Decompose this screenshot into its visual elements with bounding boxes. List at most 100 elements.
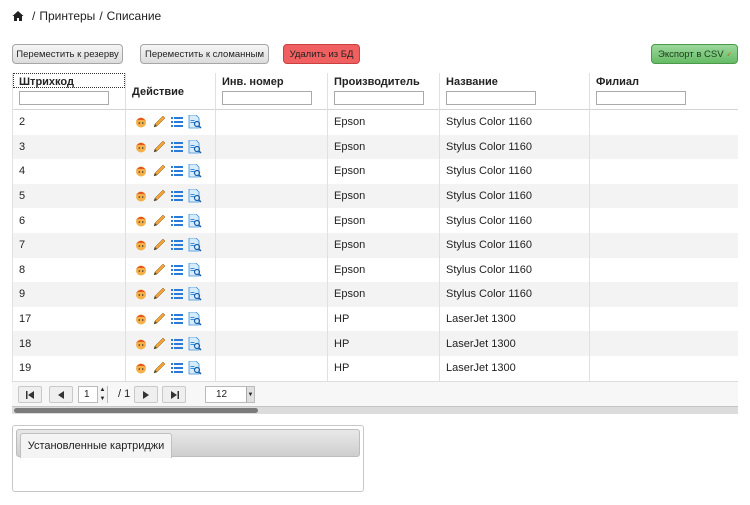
last-page-button[interactable]	[162, 386, 186, 403]
barcode-cell[interactable]: 9	[13, 282, 126, 307]
list-icon[interactable]	[170, 312, 184, 326]
manufacturer-cell[interactable]: HP	[328, 356, 440, 381]
user-icon[interactable]	[134, 312, 148, 326]
name-filter-input[interactable]	[446, 91, 536, 105]
pencil-icon[interactable]	[152, 337, 166, 351]
manufacturer-cell[interactable]: Epson	[328, 134, 440, 160]
manufacturer-cell[interactable]: HP	[328, 306, 440, 332]
user-icon[interactable]	[134, 287, 148, 301]
document-search-icon[interactable]	[188, 164, 202, 178]
list-icon[interactable]	[170, 164, 184, 178]
inventory-cell[interactable]	[216, 306, 328, 332]
pencil-icon[interactable]	[152, 164, 166, 178]
user-icon[interactable]	[134, 214, 148, 228]
user-icon[interactable]	[134, 238, 148, 252]
list-icon[interactable]	[170, 287, 184, 301]
name-cell[interactable]: LaserJet 1300	[440, 306, 590, 332]
pencil-icon[interactable]	[152, 361, 166, 375]
branch-cell[interactable]	[590, 307, 738, 332]
document-search-icon[interactable]	[188, 336, 202, 351]
barcode-cell[interactable]: 19	[13, 356, 126, 381]
breadcrumb-printers[interactable]: Принтеры	[39, 9, 95, 23]
table-row[interactable]: 6 Epson Stylus Color 1160	[13, 208, 738, 233]
tab-installed-cartridges[interactable]: Установленные картриджи	[20, 433, 172, 458]
inventory-cell[interactable]	[216, 233, 328, 258]
document-search-icon[interactable]	[188, 361, 202, 375]
branch-cell[interactable]	[590, 282, 738, 307]
user-icon[interactable]	[134, 164, 148, 178]
name-cell[interactable]: Stylus Color 1160	[440, 233, 590, 258]
branch-cell[interactable]	[590, 135, 738, 160]
list-icon[interactable]	[170, 115, 184, 129]
name-cell[interactable]: Stylus Color 1160	[440, 134, 590, 160]
delete-from-db-button[interactable]: Удалить из БД	[283, 44, 360, 64]
column-branch[interactable]: Филиал	[590, 73, 738, 110]
list-icon[interactable]	[170, 361, 184, 375]
manufacturer-cell[interactable]: Epson	[328, 257, 440, 283]
user-icon[interactable]	[134, 361, 148, 375]
barcode-cell[interactable]: 8	[13, 257, 126, 283]
pencil-icon[interactable]	[152, 214, 166, 228]
column-inventory-number[interactable]: Инв. номер	[216, 73, 328, 110]
name-cell[interactable]: LaserJet 1300	[440, 331, 590, 356]
move-to-reserve-button[interactable]: Переместить к резерву	[12, 44, 123, 64]
barcode-cell[interactable]: 17	[13, 306, 126, 332]
column-barcode[interactable]: Штрихкод	[13, 73, 126, 110]
inventory-cell[interactable]	[216, 282, 328, 307]
document-search-icon[interactable]	[188, 189, 202, 203]
manufacturer-cell[interactable]: Epson	[328, 159, 440, 184]
user-icon[interactable]	[134, 140, 148, 154]
column-manufacturer[interactable]: Производитель	[328, 73, 440, 110]
list-icon[interactable]	[170, 189, 184, 203]
branch-cell[interactable]	[590, 208, 738, 233]
table-row[interactable]: 9 Epson Stylus Color 1160	[13, 282, 738, 307]
barcode-cell[interactable]: 2	[13, 110, 126, 135]
manufacturer-cell[interactable]: Epson	[328, 233, 440, 258]
barcode-cell[interactable]: 5	[13, 183, 126, 209]
manufacturer-cell[interactable]: Epson	[328, 110, 440, 135]
inventory-cell[interactable]	[216, 257, 328, 283]
branch-filter-input[interactable]	[596, 91, 686, 105]
user-icon[interactable]	[134, 189, 148, 203]
barcode-cell[interactable]: 18	[13, 331, 126, 356]
column-action[interactable]: Действие	[126, 73, 216, 110]
name-cell[interactable]: Stylus Color 1160	[440, 183, 590, 209]
table-row[interactable]: 3 Epson Stylus Color 1160	[13, 134, 738, 160]
branch-cell[interactable]	[590, 331, 738, 356]
document-search-icon[interactable]	[188, 287, 202, 301]
manufacturer-cell[interactable]: Epson	[328, 208, 440, 233]
table-row[interactable]: 4 Epson Stylus Color 1160	[13, 159, 738, 184]
manufacturer-cell[interactable]: Epson	[328, 282, 440, 307]
document-search-icon[interactable]	[188, 238, 202, 252]
list-icon[interactable]	[170, 337, 184, 351]
document-search-icon[interactable]	[188, 115, 202, 129]
spin-up-icon[interactable]: ▲	[100, 387, 106, 393]
branch-cell[interactable]	[590, 159, 738, 184]
inventory-cell[interactable]	[216, 356, 328, 381]
branch-cell[interactable]	[590, 184, 738, 209]
inventory-cell[interactable]	[216, 183, 328, 209]
pencil-icon[interactable]	[152, 263, 166, 277]
user-icon[interactable]	[134, 337, 148, 351]
name-cell[interactable]: Stylus Color 1160	[440, 208, 590, 233]
page-size-select[interactable]: 12 ▼	[205, 386, 255, 403]
pencil-icon[interactable]	[152, 238, 166, 252]
manufacturer-cell[interactable]: Epson	[328, 183, 440, 209]
move-to-broken-button[interactable]: Переместить к сломанным	[140, 44, 269, 64]
table-row[interactable]: 5 Epson Stylus Color 1160	[13, 183, 738, 209]
table-row[interactable]: 8 Epson Stylus Color 1160	[13, 257, 738, 283]
inventory-cell[interactable]	[216, 159, 328, 184]
name-cell[interactable]: Stylus Color 1160	[440, 257, 590, 283]
manufacturer-cell[interactable]: HP	[328, 331, 440, 356]
branch-cell[interactable]	[590, 233, 738, 258]
name-cell[interactable]: LaserJet 1300	[440, 356, 590, 381]
inventory-cell[interactable]	[216, 208, 328, 233]
home-icon[interactable]	[12, 10, 24, 22]
barcode-filter-input[interactable]	[19, 91, 109, 105]
spin-down-icon[interactable]: ▼	[100, 396, 106, 402]
branch-cell[interactable]	[590, 356, 738, 381]
document-search-icon[interactable]	[188, 262, 202, 277]
list-icon[interactable]	[170, 214, 184, 228]
pencil-icon[interactable]	[152, 189, 166, 203]
barcode-cell[interactable]: 4	[13, 159, 126, 184]
